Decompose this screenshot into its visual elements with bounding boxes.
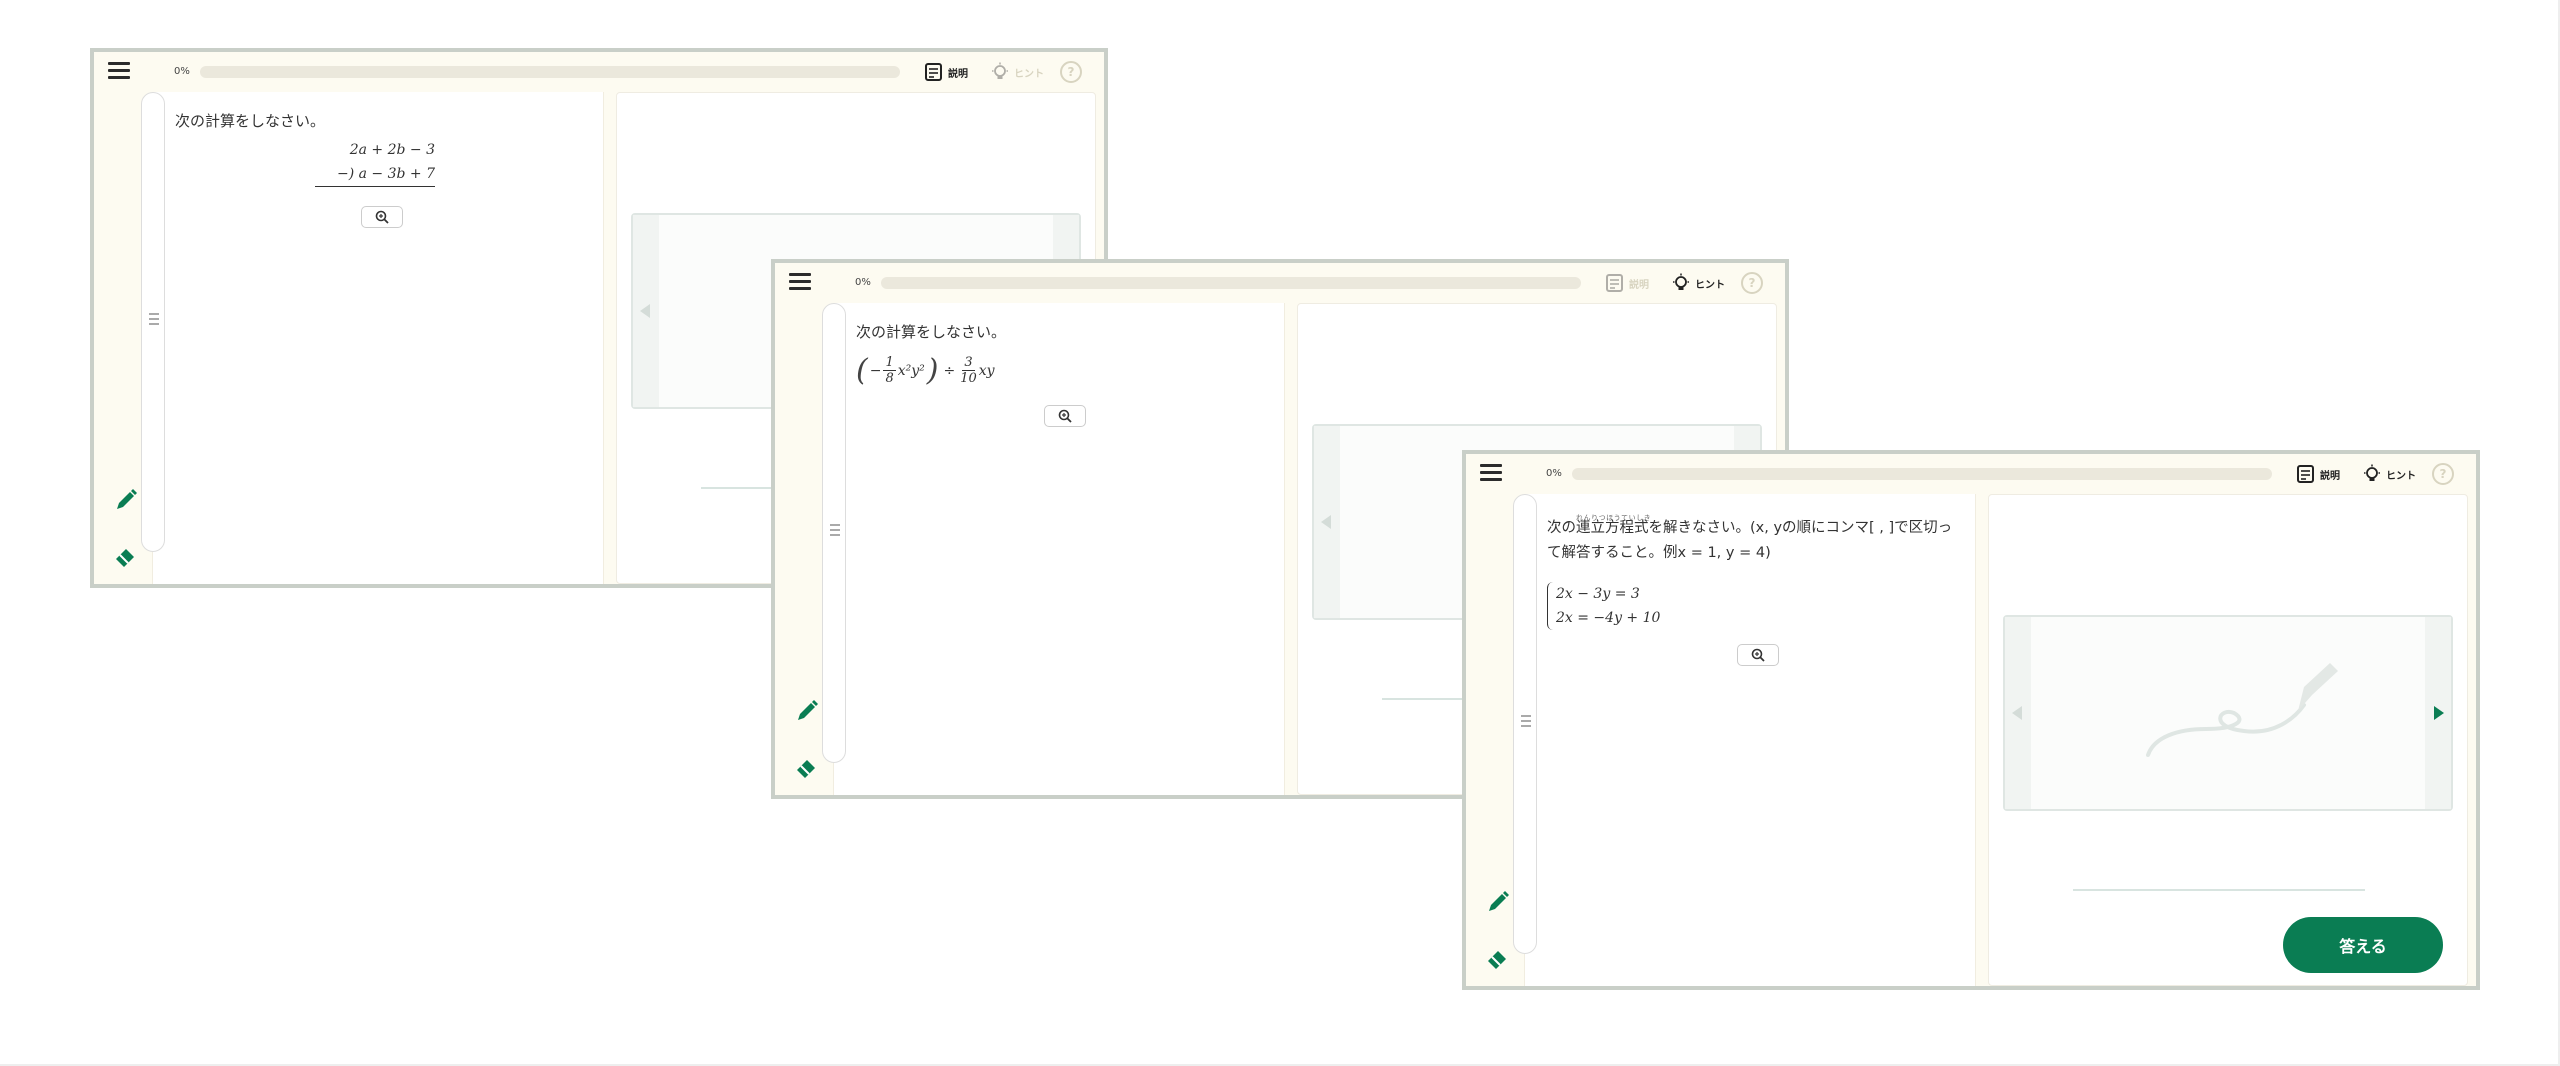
menu-icon[interactable] bbox=[1480, 464, 1502, 482]
progress-bar bbox=[200, 66, 900, 78]
progress-bar bbox=[881, 277, 1581, 289]
drag-handle-icon[interactable] bbox=[1521, 715, 1531, 730]
arrow-right-icon[interactable] bbox=[2425, 617, 2451, 809]
toolbar: 0% 説明 ヒント ? bbox=[775, 263, 1785, 303]
hint-label: ヒント bbox=[2386, 470, 2416, 482]
handwriting-pad[interactable] bbox=[2003, 615, 2453, 811]
hint-label: ヒント bbox=[1014, 68, 1044, 80]
answer-button[interactable]: 答える bbox=[2283, 917, 2443, 973]
math-term: xy bbox=[978, 362, 995, 379]
ruby-term: れんりつほうていしき 連立方程式 bbox=[1576, 514, 1651, 541]
math-paren: ( bbox=[856, 353, 868, 388]
explain-button[interactable]: 説明 bbox=[1605, 271, 1649, 295]
zoom-in-icon bbox=[1751, 648, 1765, 662]
arrow-left-icon[interactable] bbox=[1314, 426, 1340, 618]
equation: 2x = −4y + 10 bbox=[1556, 610, 1661, 626]
hint-bulb-icon bbox=[1673, 273, 1689, 290]
zoom-in-button[interactable] bbox=[1044, 405, 1086, 427]
problem-panel: 次の計算をしなさい。 2a + 2b − 3 −) a − 3b + 7 bbox=[141, 92, 604, 584]
zoom-in-icon bbox=[375, 210, 389, 224]
hint-button[interactable]: ヒント bbox=[1671, 271, 1725, 295]
math-line: −) a − 3b + 7 bbox=[315, 162, 435, 187]
help-icon[interactable]: ? bbox=[1741, 272, 1763, 294]
explain-label: 説明 bbox=[2320, 470, 2340, 482]
progress-bar bbox=[1572, 468, 2272, 480]
toolbar: 0% 説明 ヒント ? bbox=[1466, 454, 2476, 494]
math-expression: ( − 18 x²y² ) ÷ 3 10 xy bbox=[856, 353, 995, 388]
answer-panel: 答える bbox=[1988, 494, 2468, 986]
problem-panel: 次の計算をしなさい。 ( − 18 x²y² ) ÷ 3 10 xy bbox=[822, 303, 1285, 795]
zoom-in-button[interactable] bbox=[361, 206, 403, 228]
math-expression: 2a + 2b − 3 −) a − 3b + 7 bbox=[315, 138, 435, 187]
eraser-icon[interactable] bbox=[114, 544, 138, 568]
math-operator: ÷ bbox=[943, 362, 956, 379]
drag-handle-icon[interactable] bbox=[830, 524, 840, 539]
help-icon[interactable]: ? bbox=[2432, 463, 2454, 485]
panel-resize-rail[interactable] bbox=[1513, 494, 1537, 954]
drawing-canvas[interactable] bbox=[2031, 617, 2425, 809]
app-window-3: 0% 説明 ヒント ? 次の れんりつほうていしき 連立方程式を解きなさい。(x, … bbox=[1462, 450, 2480, 990]
hint-bulb-icon bbox=[2364, 464, 2380, 481]
handwriting-hint-icon bbox=[2146, 663, 2338, 757]
pencil-icon[interactable] bbox=[795, 699, 819, 723]
explanation-icon bbox=[2297, 465, 2314, 483]
arrow-left-icon[interactable] bbox=[633, 215, 659, 407]
menu-icon[interactable] bbox=[108, 62, 130, 80]
math-term: x²y² bbox=[897, 362, 925, 379]
zoom-in-icon bbox=[1058, 409, 1072, 423]
equation: 2x − 3y = 3 bbox=[1556, 586, 1640, 602]
explain-label: 説明 bbox=[948, 68, 968, 80]
equation-system: 2x − 3y = 3 2x = −4y + 10 bbox=[1547, 582, 1660, 630]
hint-button[interactable]: ヒント bbox=[2362, 462, 2416, 486]
toolbar: 0% 説明 ヒント ? bbox=[94, 52, 1104, 92]
fraction-denominator: 8 bbox=[885, 371, 894, 386]
eraser-icon[interactable] bbox=[1486, 946, 1510, 970]
panel-resize-rail[interactable] bbox=[822, 303, 846, 763]
pencil-icon[interactable] bbox=[1486, 890, 1510, 914]
fraction-denominator: 10 bbox=[960, 371, 977, 386]
eraser-icon[interactable] bbox=[795, 755, 819, 779]
ruby-reading: れんりつほうていしき bbox=[1576, 514, 1652, 522]
hint-bulb-icon bbox=[992, 62, 1008, 79]
math-fraction: 3 10 bbox=[960, 355, 977, 386]
arrow-left-icon[interactable] bbox=[2005, 617, 2031, 809]
help-icon[interactable]: ? bbox=[1060, 61, 1082, 83]
explain-button[interactable]: 説明 bbox=[924, 60, 968, 84]
question-text: 次の れんりつほうていしき 連立方程式を解きなさい。(x, yの順にコンマ[ , ]… bbox=[1547, 514, 1955, 566]
explain-button[interactable]: 説明 bbox=[2296, 462, 2340, 486]
math-paren: ) bbox=[926, 353, 939, 388]
question-text: 次の計算をしなさい。 bbox=[856, 323, 1007, 341]
pencil-icon[interactable] bbox=[114, 488, 138, 512]
explanation-icon bbox=[925, 63, 942, 81]
explain-label: 説明 bbox=[1629, 279, 1649, 291]
fraction-numerator: 3 bbox=[962, 355, 975, 371]
hint-button[interactable]: ヒント bbox=[990, 60, 1044, 84]
math-line: 2a + 2b − 3 bbox=[349, 142, 435, 158]
menu-icon[interactable] bbox=[789, 273, 811, 291]
answer-divider bbox=[2073, 889, 2365, 891]
problem-panel: 次の れんりつほうていしき 連立方程式を解きなさい。(x, yの順にコンマ[ , ]… bbox=[1513, 494, 1976, 986]
progress-label: 0% bbox=[174, 66, 190, 77]
explanation-icon bbox=[1606, 274, 1623, 292]
fraction-numerator: 1 bbox=[883, 355, 896, 371]
progress-label: 0% bbox=[855, 277, 871, 288]
drag-handle-icon[interactable] bbox=[149, 313, 159, 328]
question-text: 次の計算をしなさい。 bbox=[175, 112, 326, 130]
question-prefix: 次の bbox=[1547, 520, 1576, 536]
math-sign: − bbox=[869, 362, 882, 379]
panel-resize-rail[interactable] bbox=[141, 92, 165, 552]
zoom-in-button[interactable] bbox=[1737, 644, 1779, 666]
hint-label: ヒント bbox=[1695, 279, 1725, 291]
math-fraction: 18 bbox=[883, 355, 896, 386]
progress-label: 0% bbox=[1546, 468, 1562, 479]
